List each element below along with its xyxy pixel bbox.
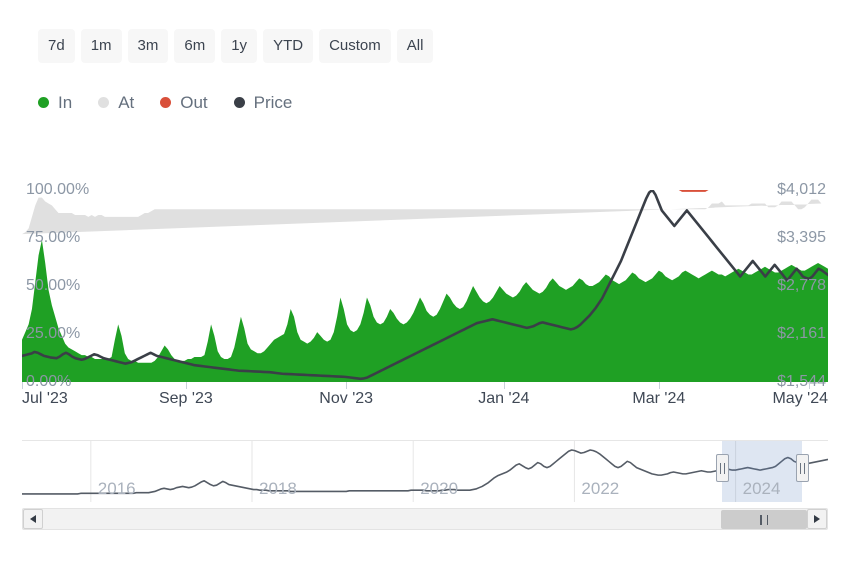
x-axis-tick-label: Jan '24 [478, 390, 530, 407]
stacked-area-svg [22, 190, 828, 382]
handle-grip-icon [800, 462, 806, 474]
range-button-1y[interactable]: 1y [221, 29, 258, 63]
x-axis-tick [22, 382, 23, 389]
navigator-year-label: 2016 [97, 479, 136, 498]
scrollbar-thumb[interactable] [720, 510, 807, 529]
x-axis-tick [346, 382, 348, 389]
scroll-right-button[interactable] [807, 509, 827, 529]
navigator-handle-left[interactable] [715, 454, 729, 482]
chart-legend: In At Out Price [38, 94, 292, 111]
legend-dot-out-icon [160, 97, 172, 108]
navigator-year-label: 2020 [420, 479, 459, 498]
navigator-year-label: 2018 [259, 479, 297, 498]
x-axis-tick [658, 382, 660, 389]
range-button-3m[interactable]: 3m [127, 29, 169, 63]
range-button-ytd[interactable]: YTD [263, 29, 314, 63]
chevron-right-icon [814, 515, 820, 523]
legend-item-at[interactable]: At [98, 94, 134, 111]
range-button-1m[interactable]: 1m [80, 29, 122, 63]
thumb-grip-icon [759, 514, 768, 525]
x-axis-tick [185, 382, 187, 389]
x-axis-tick-label: Mar '24 [632, 390, 686, 407]
x-axis-tick-label: Sep '23 [158, 390, 213, 407]
x-axis-tick-label: Jul '23 [22, 390, 68, 407]
legend-item-in[interactable]: In [38, 94, 72, 111]
legend-label-in: In [58, 93, 73, 112]
range-button-6m[interactable]: 6m [174, 29, 216, 63]
scroll-left-button[interactable] [23, 509, 43, 529]
legend-item-price[interactable]: Price [233, 93, 293, 112]
range-selector: 7d 1m 3m 6m 1y YTD Custom All [38, 29, 434, 63]
x-axis-tick-label: May '24 [772, 390, 828, 407]
range-button-7d[interactable]: 7d [38, 29, 75, 63]
x-axis-tick-label: Nov '23 [319, 390, 374, 407]
x-axis: Jul '23 Sep '23 Nov '23 Jan '24 Mar '24 May '… [22, 382, 828, 418]
legend-dot-price-icon [233, 97, 245, 108]
plot-area[interactable] [22, 190, 828, 382]
x-axis-tick [503, 382, 505, 389]
navigator-year-label: 2024 [742, 479, 781, 498]
main-chart[interactable]: 0.00% 25.00% 50.00% 75.00% 100.00% $1,544 $2,… [22, 160, 828, 407]
chevron-left-icon [30, 515, 36, 523]
navigator-scrollbar[interactable] [22, 508, 828, 530]
legend-label-price: Price [253, 93, 293, 112]
navigator[interactable]: 2016 2018 2020 2022 2024 [22, 440, 828, 532]
legend-label-at: At [118, 93, 135, 112]
legend-dot-at-icon [98, 97, 110, 108]
legend-dot-in-icon [38, 97, 49, 108]
legend-label-out: Out [180, 93, 208, 112]
legend-item-out[interactable]: Out [160, 93, 208, 112]
x-axis-tick [809, 382, 811, 389]
range-button-custom[interactable]: Custom [319, 29, 391, 63]
handle-grip-icon [719, 462, 725, 474]
navigator-year-label: 2022 [581, 479, 620, 498]
range-button-all[interactable]: All [396, 29, 434, 63]
navigator-handle-right[interactable] [796, 454, 810, 482]
